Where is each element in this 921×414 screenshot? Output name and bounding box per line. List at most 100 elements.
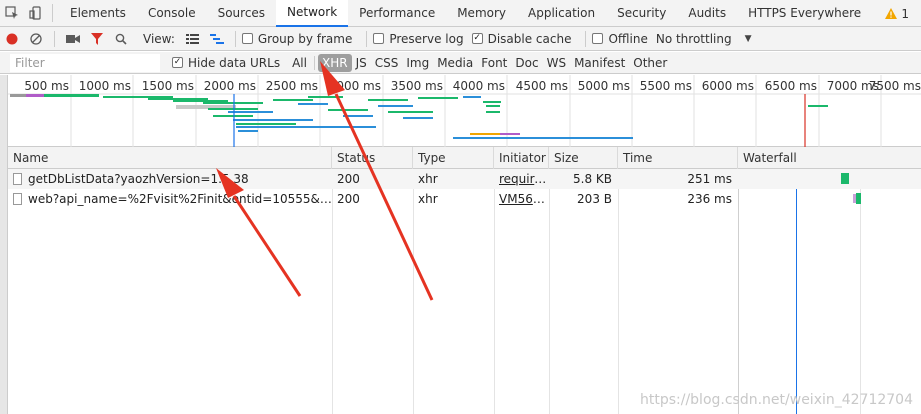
overview-tick-label: 5500 ms xyxy=(640,79,692,93)
table-row[interactable]: getDbListData?yaozhVersion=1.5.38 200 xh… xyxy=(8,169,921,189)
request-initiator-link[interactable]: VM561... xyxy=(494,189,549,209)
filter-type-all[interactable]: All xyxy=(288,54,311,72)
timeline-overview[interactable]: 500 ms 1000 ms 1500 ms 2000 ms 2500 ms 3… xyxy=(8,75,921,147)
initiator-link-text: VM561... xyxy=(499,192,549,206)
request-status: 200 xyxy=(337,172,360,186)
hide-data-urls-checkbox[interactable]: ✓ Hide data URLs xyxy=(172,56,280,70)
filter-type-img[interactable]: Img xyxy=(402,54,433,72)
tab-network[interactable]: Network xyxy=(276,0,349,27)
overview-tick-label: 1000 ms xyxy=(79,79,131,93)
search-icon xyxy=(115,33,127,45)
toolbar-separator xyxy=(54,30,55,47)
column-header-size[interactable]: Size xyxy=(549,147,618,169)
overview-toggle-button[interactable] xyxy=(205,27,229,51)
filter-separator xyxy=(313,55,315,70)
warnings-indicator[interactable]: 1 xyxy=(885,0,909,27)
checkbox-box xyxy=(592,33,604,44)
filter-bar: ✓ Hide data URLs All XHR JS CSS Img Media… xyxy=(0,52,921,74)
filter-type-other[interactable]: Other xyxy=(629,54,671,72)
tab-console[interactable]: Console xyxy=(137,0,207,27)
list-view-icon xyxy=(186,33,200,44)
overview-tick-label: 6500 ms xyxy=(765,79,817,93)
filter-toggle-button[interactable] xyxy=(85,27,109,51)
overview-tick-label: 7500 ms xyxy=(869,79,921,93)
filter-type-doc[interactable]: Doc xyxy=(511,54,542,72)
request-status: 200 xyxy=(337,192,360,206)
offline-checkbox[interactable]: Offline xyxy=(592,32,648,46)
toolbar-separator xyxy=(585,30,587,47)
large-rows-button[interactable] xyxy=(181,27,205,51)
tab-audits[interactable]: Audits xyxy=(677,0,737,27)
waterfall-view-icon xyxy=(209,33,224,44)
tab-application[interactable]: Application xyxy=(517,0,606,27)
hide-data-urls-label: Hide data URLs xyxy=(188,55,281,70)
overview-tick-label: 4500 ms xyxy=(516,79,568,93)
dropdown-arrow-icon: ▼ xyxy=(744,33,752,44)
group-by-frame-label: Group by frame xyxy=(257,31,353,46)
request-name: web?api_name=%2Fvisit%2Finit&entid=10555… xyxy=(28,192,332,206)
search-button[interactable] xyxy=(109,27,133,51)
waterfall-bar xyxy=(841,173,849,184)
column-header-name[interactable]: Name xyxy=(8,147,332,169)
table-row[interactable]: web?api_name=%2Fvisit%2Finit&entid=10555… xyxy=(8,189,921,209)
tabbar-separator xyxy=(52,4,53,22)
request-name-cell[interactable]: getDbListData?yaozhVersion=1.5.38 xyxy=(8,169,332,189)
request-name-cell[interactable]: web?api_name=%2Fvisit%2Finit&entid=10555… xyxy=(8,189,332,209)
overview-tick-label: 6000 ms xyxy=(702,79,754,93)
request-type: xhr xyxy=(418,192,438,206)
filter-type-media[interactable]: Media xyxy=(433,54,477,72)
throttling-select[interactable]: No throttling ▼ xyxy=(656,32,752,46)
column-header-waterfall[interactable]: Waterfall xyxy=(738,147,921,169)
group-by-frame-checkbox[interactable]: Group by frame xyxy=(241,31,353,46)
warning-icon xyxy=(885,8,898,19)
filter-type-js[interactable]: JS xyxy=(352,54,371,72)
preserve-log-checkbox[interactable]: Preserve log xyxy=(373,32,464,46)
inspect-element-icon[interactable] xyxy=(0,0,24,27)
device-toolbar-icon[interactable] xyxy=(24,0,48,27)
request-time: 236 ms xyxy=(687,192,732,206)
warning-count: 1 xyxy=(901,6,909,21)
overview-tick-label: 4000 ms xyxy=(453,79,505,93)
tab-performance[interactable]: Performance xyxy=(348,0,446,27)
timeline-overview-graph: 500 ms 1000 ms 1500 ms 2000 ms 2500 ms 3… xyxy=(8,75,921,147)
column-header-initiator[interactable]: Initiator xyxy=(494,147,549,169)
tab-memory[interactable]: Memory xyxy=(446,0,517,27)
filter-type-css[interactable]: CSS xyxy=(371,54,403,72)
waterfall-bar xyxy=(856,193,861,204)
watermark-text: https://blog.csdn.net/weixin_42712704 xyxy=(639,392,913,408)
column-header-time[interactable]: Time xyxy=(618,147,738,169)
clear-button[interactable] xyxy=(24,27,48,51)
checkmark-icon: ✓ xyxy=(471,33,483,44)
toolbar-separator xyxy=(366,30,368,47)
filter-type-xhr[interactable]: XHR xyxy=(317,53,352,72)
request-size: 203 B xyxy=(577,192,612,206)
overview-tick-label: 500 ms xyxy=(24,79,69,93)
request-name: getDbListData?yaozhVersion=1.5.38 xyxy=(28,172,249,186)
column-header-type[interactable]: Type xyxy=(413,147,494,169)
initiator-link-text: require... xyxy=(499,172,549,186)
overview-tick-label: 5000 ms xyxy=(578,79,630,93)
overview-tick-label: 1500 ms xyxy=(142,79,194,93)
request-type: xhr xyxy=(418,172,438,186)
tab-elements[interactable]: Elements xyxy=(59,0,137,27)
tab-security[interactable]: Security xyxy=(606,0,677,27)
filter-type-manifest[interactable]: Manifest xyxy=(570,54,629,72)
file-icon xyxy=(13,173,22,185)
request-initiator-link[interactable]: require... xyxy=(494,169,549,189)
tab-sources[interactable]: Sources xyxy=(207,0,276,27)
screenshot-capture-button[interactable] xyxy=(61,27,85,51)
record-button[interactable] xyxy=(0,27,24,51)
left-gutter xyxy=(0,75,8,414)
checkbox-box xyxy=(241,33,253,44)
filter-icon xyxy=(91,32,103,45)
checkbox-box xyxy=(373,33,385,44)
filter-input[interactable] xyxy=(10,53,160,72)
grid-header: Name Status Type Initiator Size Time Wat… xyxy=(8,147,921,169)
filter-type-ws[interactable]: WS xyxy=(543,54,570,72)
column-header-status[interactable]: Status xyxy=(332,147,413,169)
disable-cache-checkbox[interactable]: ✓ Disable cache xyxy=(471,32,571,46)
tab-https-everywhere[interactable]: HTTPS Everywhere xyxy=(737,0,872,27)
toolbar-separator xyxy=(234,30,236,47)
filter-type-font[interactable]: Font xyxy=(477,54,511,72)
record-icon xyxy=(6,33,18,44)
